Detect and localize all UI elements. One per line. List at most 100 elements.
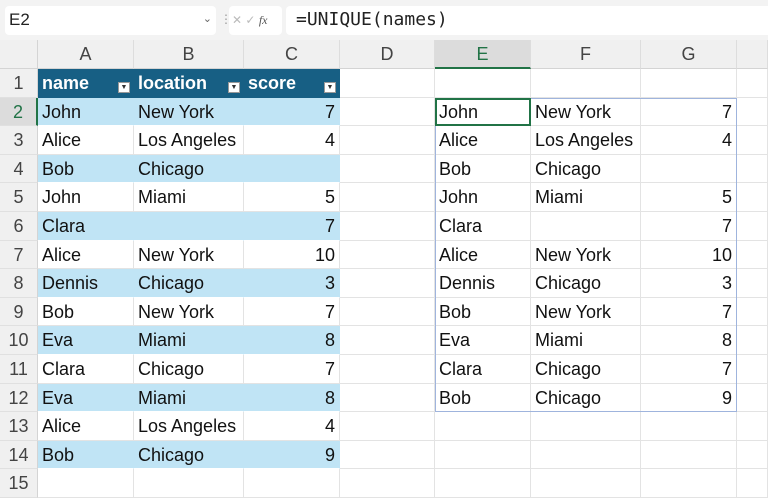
column-header-A[interactable]: A	[38, 40, 134, 69]
table-cell[interactable]: Chicago	[134, 154, 244, 184]
cell[interactable]	[737, 326, 768, 355]
insert-function-icon[interactable]: fx	[259, 13, 268, 27]
column-header-F[interactable]: F	[531, 40, 641, 69]
row-header-5[interactable]: 5	[0, 183, 38, 212]
cell[interactable]	[737, 412, 768, 441]
spill-cell[interactable]	[641, 154, 737, 184]
cell[interactable]	[531, 69, 641, 98]
name-box[interactable]: E2 ⌄	[5, 6, 216, 35]
enter-icon[interactable]: ✓	[245, 13, 255, 27]
cell[interactable]	[340, 240, 435, 270]
spill-cell[interactable]: Alice	[435, 240, 531, 270]
table-cell[interactable]: 7	[244, 97, 340, 127]
cell[interactable]	[737, 240, 768, 270]
table-cell[interactable]: Clara	[38, 212, 134, 241]
spill-cell[interactable]: Bob	[435, 297, 531, 327]
column-header-B[interactable]: B	[134, 40, 244, 69]
table-cell[interactable]: 4	[244, 126, 340, 155]
spill-cell[interactable]: John	[435, 97, 531, 127]
cell[interactable]	[737, 355, 768, 384]
column-header-C[interactable]: C	[244, 40, 340, 69]
table-cell[interactable]: 3	[244, 269, 340, 298]
cell[interactable]	[340, 383, 435, 413]
table-cell[interactable]: Alice	[38, 240, 134, 270]
spill-cell[interactable]: 8	[641, 326, 737, 355]
row-header-8[interactable]: 8	[0, 269, 38, 298]
cell[interactable]	[737, 269, 768, 298]
table-cell[interactable]: Eva	[38, 326, 134, 355]
column-header-E[interactable]: E	[435, 40, 531, 69]
cell[interactable]	[340, 212, 435, 241]
spill-cell[interactable]: New York	[531, 97, 641, 127]
table-cell[interactable]	[134, 212, 244, 241]
table-cell[interactable]: Miami	[134, 383, 244, 413]
cell[interactable]	[340, 326, 435, 355]
cancel-icon[interactable]: ✕	[232, 13, 242, 27]
table-cell[interactable]: Eva	[38, 383, 134, 413]
select-all-corner[interactable]	[0, 40, 38, 69]
row-header-10[interactable]: 10	[0, 326, 38, 355]
table-cell[interactable]: Alice	[38, 126, 134, 155]
table-cell[interactable]: 5	[244, 183, 340, 212]
cell[interactable]	[737, 126, 768, 155]
row-header-3[interactable]: 3	[0, 126, 38, 155]
table-cell[interactable]: New York	[134, 297, 244, 327]
spill-cell[interactable]: 7	[641, 297, 737, 327]
cell[interactable]	[340, 69, 435, 98]
cell[interactable]	[737, 383, 768, 413]
table-cell[interactable]: Dennis	[38, 269, 134, 298]
filter-dropdown-icon[interactable]: ▼	[228, 81, 240, 93]
row-header-12[interactable]: 12	[0, 383, 38, 413]
table-cell[interactable]: Bob	[38, 440, 134, 470]
table-cell[interactable]	[244, 154, 340, 184]
row-header-15[interactable]: 15	[0, 469, 38, 498]
spill-cell[interactable]: 7	[641, 212, 737, 241]
cell[interactable]	[737, 183, 768, 212]
table-cell[interactable]: 7	[244, 297, 340, 327]
cell[interactable]	[340, 297, 435, 327]
table-cell[interactable]: 7	[244, 212, 340, 241]
spill-cell[interactable]: Alice	[435, 126, 531, 155]
table-cell[interactable]: Miami	[134, 183, 244, 212]
table-cell[interactable]: Bob	[38, 154, 134, 184]
filter-dropdown-icon[interactable]: ▼	[118, 81, 130, 93]
cell[interactable]	[435, 440, 531, 470]
cell[interactable]	[340, 154, 435, 184]
filter-dropdown-icon[interactable]: ▼	[324, 81, 336, 93]
chevron-down-icon[interactable]: ⌄	[203, 12, 212, 25]
cell[interactable]	[244, 469, 340, 498]
spill-cell[interactable]: Dennis	[435, 269, 531, 298]
spill-cell[interactable]: Chicago	[531, 154, 641, 184]
spill-cell[interactable]	[531, 212, 641, 241]
cell[interactable]	[641, 412, 737, 441]
spill-cell[interactable]: Bob	[435, 154, 531, 184]
row-header-7[interactable]: 7	[0, 240, 38, 270]
row-header-11[interactable]: 11	[0, 355, 38, 384]
cell[interactable]	[641, 69, 737, 98]
table-cell[interactable]: Clara	[38, 355, 134, 384]
spill-cell[interactable]: New York	[531, 297, 641, 327]
spill-cell[interactable]: 7	[641, 355, 737, 384]
table-cell[interactable]: 8	[244, 383, 340, 413]
cell[interactable]	[134, 469, 244, 498]
table-cell[interactable]: 7	[244, 355, 340, 384]
table-cell[interactable]: Los Angeles	[134, 412, 244, 441]
cell[interactable]	[340, 183, 435, 212]
cell[interactable]	[340, 440, 435, 470]
spill-cell[interactable]: 5	[641, 183, 737, 212]
cell[interactable]	[435, 69, 531, 98]
cell[interactable]	[737, 212, 768, 241]
cell[interactable]	[531, 412, 641, 441]
table-header-location[interactable]: location ▼	[134, 69, 244, 98]
cell[interactable]	[340, 97, 435, 127]
table-cell[interactable]: Alice	[38, 412, 134, 441]
spill-cell[interactable]: 7	[641, 97, 737, 127]
spill-cell[interactable]: John	[435, 183, 531, 212]
row-header-6[interactable]: 6	[0, 212, 38, 241]
row-header-4[interactable]: 4	[0, 154, 38, 184]
column-header-D[interactable]: D	[340, 40, 435, 69]
row-header-9[interactable]: 9	[0, 297, 38, 327]
cell[interactable]	[340, 355, 435, 384]
table-cell[interactable]: 10	[244, 240, 340, 270]
cell[interactable]	[435, 412, 531, 441]
